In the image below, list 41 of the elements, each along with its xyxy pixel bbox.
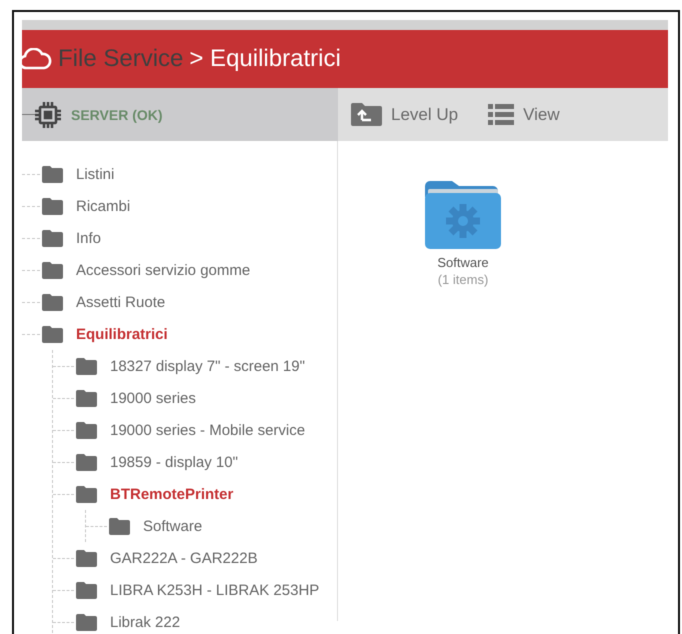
tree-item[interactable]: Librak 222 — [110, 614, 180, 630]
folder-icon — [42, 262, 63, 278]
folder-name: Software — [437, 255, 489, 270]
tree-item[interactable]: 19000 series - Mobile service — [110, 422, 306, 438]
breadcrumb: > Equilibratrici — [189, 45, 341, 73]
tree-item[interactable]: Listini — [76, 166, 114, 182]
tree-item[interactable]: Ricambi — [76, 198, 130, 214]
tree-item[interactable]: Equilibratrici — [76, 326, 168, 342]
folder-icon — [42, 166, 63, 182]
folder-icon — [76, 550, 97, 566]
view-button[interactable]: View — [488, 104, 560, 125]
server-status: SERVER (OK) — [71, 106, 163, 122]
folder-icon — [76, 614, 97, 630]
tree-item[interactable]: GAR222A - GAR222B — [110, 550, 258, 566]
chip-icon — [35, 102, 61, 128]
folder-icon — [76, 454, 97, 470]
folder-icon — [42, 230, 63, 246]
folder-icon — [76, 486, 97, 502]
list-icon — [488, 104, 514, 125]
folder-icon — [76, 422, 97, 438]
tree-item[interactable]: 18327 display 7" - screen 19" — [110, 358, 305, 374]
tree-item[interactable]: Accessori servizio gomme — [76, 262, 250, 278]
tree-item[interactable]: Assetti Ruote — [76, 294, 166, 310]
tree-item[interactable]: 19859 - display 10" — [110, 454, 238, 470]
folder-up-icon — [351, 103, 382, 126]
folder-icon — [42, 294, 63, 310]
folder-gear-icon[interactable] — [425, 181, 501, 249]
folder-icon — [42, 198, 63, 214]
tree-item[interactable]: 19000 series — [110, 390, 196, 406]
item-count: (1 items) — [438, 272, 488, 287]
level-up-button[interactable]: Level Up — [351, 103, 458, 126]
tree-item[interactable]: Info — [76, 230, 102, 246]
folder-icon — [42, 326, 63, 342]
tree-item[interactable]: LIBRA K253H - LIBRAK 253HP — [110, 582, 320, 598]
folder-icon — [76, 390, 97, 406]
tree-item[interactable]: BTRemotePrinter — [110, 486, 234, 502]
folder-icon — [76, 358, 97, 374]
folder-icon — [109, 518, 130, 534]
folder-icon — [76, 582, 97, 598]
app-title: File Service — [58, 45, 184, 73]
tree-item[interactable]: Software — [143, 518, 202, 534]
